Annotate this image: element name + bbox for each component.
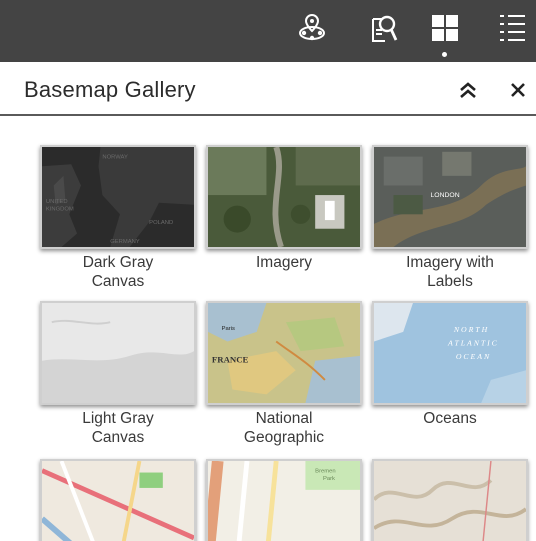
basemap-gallery-button[interactable] <box>417 4 473 52</box>
close-icon <box>511 83 525 97</box>
basemap-thumbnail[interactable]: FRANCE Paris <box>206 301 362 405</box>
map-pin-layers-icon <box>299 13 325 41</box>
map-label: Park <box>323 476 335 482</box>
panel-title: Basemap Gallery <box>24 77 196 102</box>
basemap-thumbnail[interactable] <box>40 301 196 405</box>
close-button[interactable] <box>504 76 532 104</box>
query-button[interactable] <box>355 4 411 52</box>
map-label: ATLANTIC <box>447 338 499 347</box>
basemap-gallery: NORWAY UNITED KINGDOM POLAND GERMANY Dar… <box>0 118 536 541</box>
map-label: FRANCE <box>212 355 249 365</box>
basemap-thumbnail[interactable]: NORWAY UNITED KINGDOM POLAND GERMANY <box>40 145 196 249</box>
basemap-label: Dark Gray Canvas <box>82 254 154 290</box>
basemap-thumbnail[interactable]: NORTH ATLANTIC OCEAN <box>372 301 528 405</box>
double-chevron-up-icon <box>460 82 476 98</box>
grid-four-squares-icon <box>432 15 458 41</box>
document-search-icon <box>372 15 398 42</box>
collapse-button[interactable] <box>454 76 482 104</box>
basemap-thumbnail[interactable]: Bremen Park <box>206 459 362 541</box>
map-label: LONDON <box>431 192 460 199</box>
basemap-label: Imagery <box>256 254 312 271</box>
basemap-thumbnail[interactable] <box>206 145 362 249</box>
list-icon <box>500 15 525 41</box>
map-label: Paris <box>222 326 235 332</box>
panel-header: Basemap Gallery <box>0 62 536 116</box>
basemap-thumbnail[interactable] <box>372 459 528 541</box>
basemap-label: Imagery with Labels <box>406 254 494 290</box>
legend-button[interactable] <box>484 4 536 52</box>
active-indicator <box>442 52 447 57</box>
map-label: KINGDOM <box>46 206 74 212</box>
basemap-label: Oceans <box>423 410 477 427</box>
map-label: Bremen <box>315 469 335 475</box>
top-toolbar <box>0 0 536 62</box>
basemap-label: Light Gray Canvas <box>82 410 154 446</box>
map-label: UNITED <box>46 199 68 205</box>
map-label: POLAND <box>149 220 173 226</box>
layers-button[interactable] <box>284 4 340 52</box>
map-label: NORTH <box>453 325 489 334</box>
map-label: GERMANY <box>110 239 140 245</box>
map-label: OCEAN <box>456 352 491 361</box>
basemap-thumbnail[interactable] <box>40 459 196 541</box>
basemap-label: National Geographic <box>243 410 325 446</box>
basemap-thumbnail[interactable]: LONDON <box>372 145 528 249</box>
map-label: NORWAY <box>102 155 128 161</box>
